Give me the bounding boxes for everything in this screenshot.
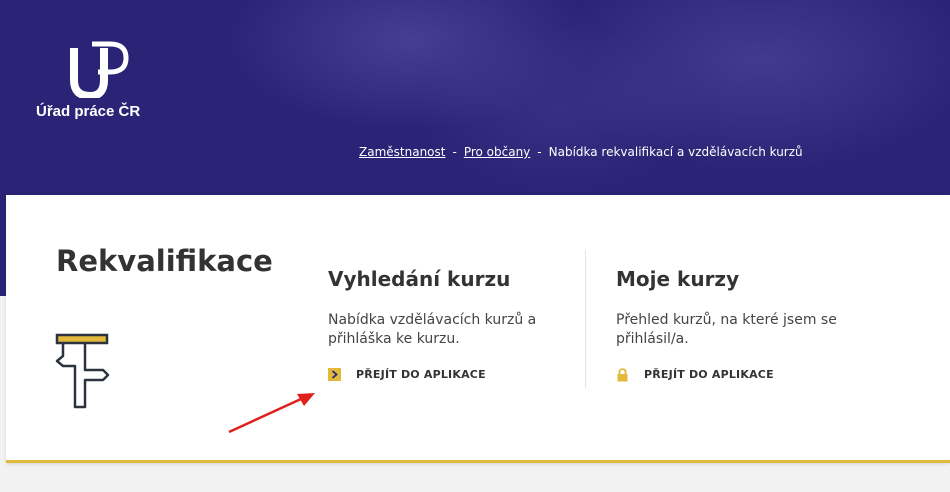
- my-courses-section: Moje kurzy Přehled kurzů, na které jsem …: [616, 267, 856, 382]
- annotation-arrow-icon: [228, 393, 315, 434]
- column-divider: [585, 250, 586, 388]
- signpost-icon: [55, 333, 110, 409]
- my-courses-link-label: PŘEJÍT DO APLIKACE: [644, 368, 774, 381]
- up-cr-logo-icon: [70, 41, 129, 98]
- course-search-open-app-link[interactable]: PŘEJÍT DO APLIKACE: [328, 368, 558, 381]
- my-courses-title: Moje kurzy: [616, 267, 740, 291]
- my-courses-description: Přehled kurzů, na které jsem se přihlási…: [616, 312, 837, 347]
- breadcrumb-current: Nabídka rekvalifikací a vzdělávacích kur…: [548, 145, 803, 159]
- course-search-link-label: PŘEJÍT DO APLIKACE: [356, 368, 486, 381]
- rekvalifikace-card: Rekvalifikace Vyhledání kurzu Nabídka vz…: [6, 195, 950, 463]
- breadcrumb-link-zamestnanost[interactable]: Zaměstnanost: [359, 145, 445, 159]
- course-search-section: Vyhledání kurzu Nabídka vzdělávacích kur…: [328, 267, 558, 381]
- card-title: Rekvalifikace: [56, 244, 273, 278]
- chevron-right-icon: [328, 368, 341, 381]
- breadcrumb-separator: -: [452, 145, 457, 159]
- logo-text: Úřad práce ČR: [36, 103, 141, 120]
- breadcrumb-link-pro-obcany[interactable]: Pro občany: [464, 145, 530, 159]
- course-search-description: Nabídka vzdělávacích kurzů a přihláška k…: [328, 312, 537, 347]
- logo[interactable]: Úřad práce ČR: [36, 40, 166, 130]
- course-search-title: Vyhledání kurzu: [328, 267, 511, 291]
- breadcrumb-separator: -: [537, 145, 542, 159]
- breadcrumb: Zaměstnanost - Pro občany - Nabídka rekv…: [359, 145, 803, 159]
- lock-icon: [616, 368, 629, 382]
- my-courses-open-app-link[interactable]: PŘEJÍT DO APLIKACE: [616, 368, 856, 382]
